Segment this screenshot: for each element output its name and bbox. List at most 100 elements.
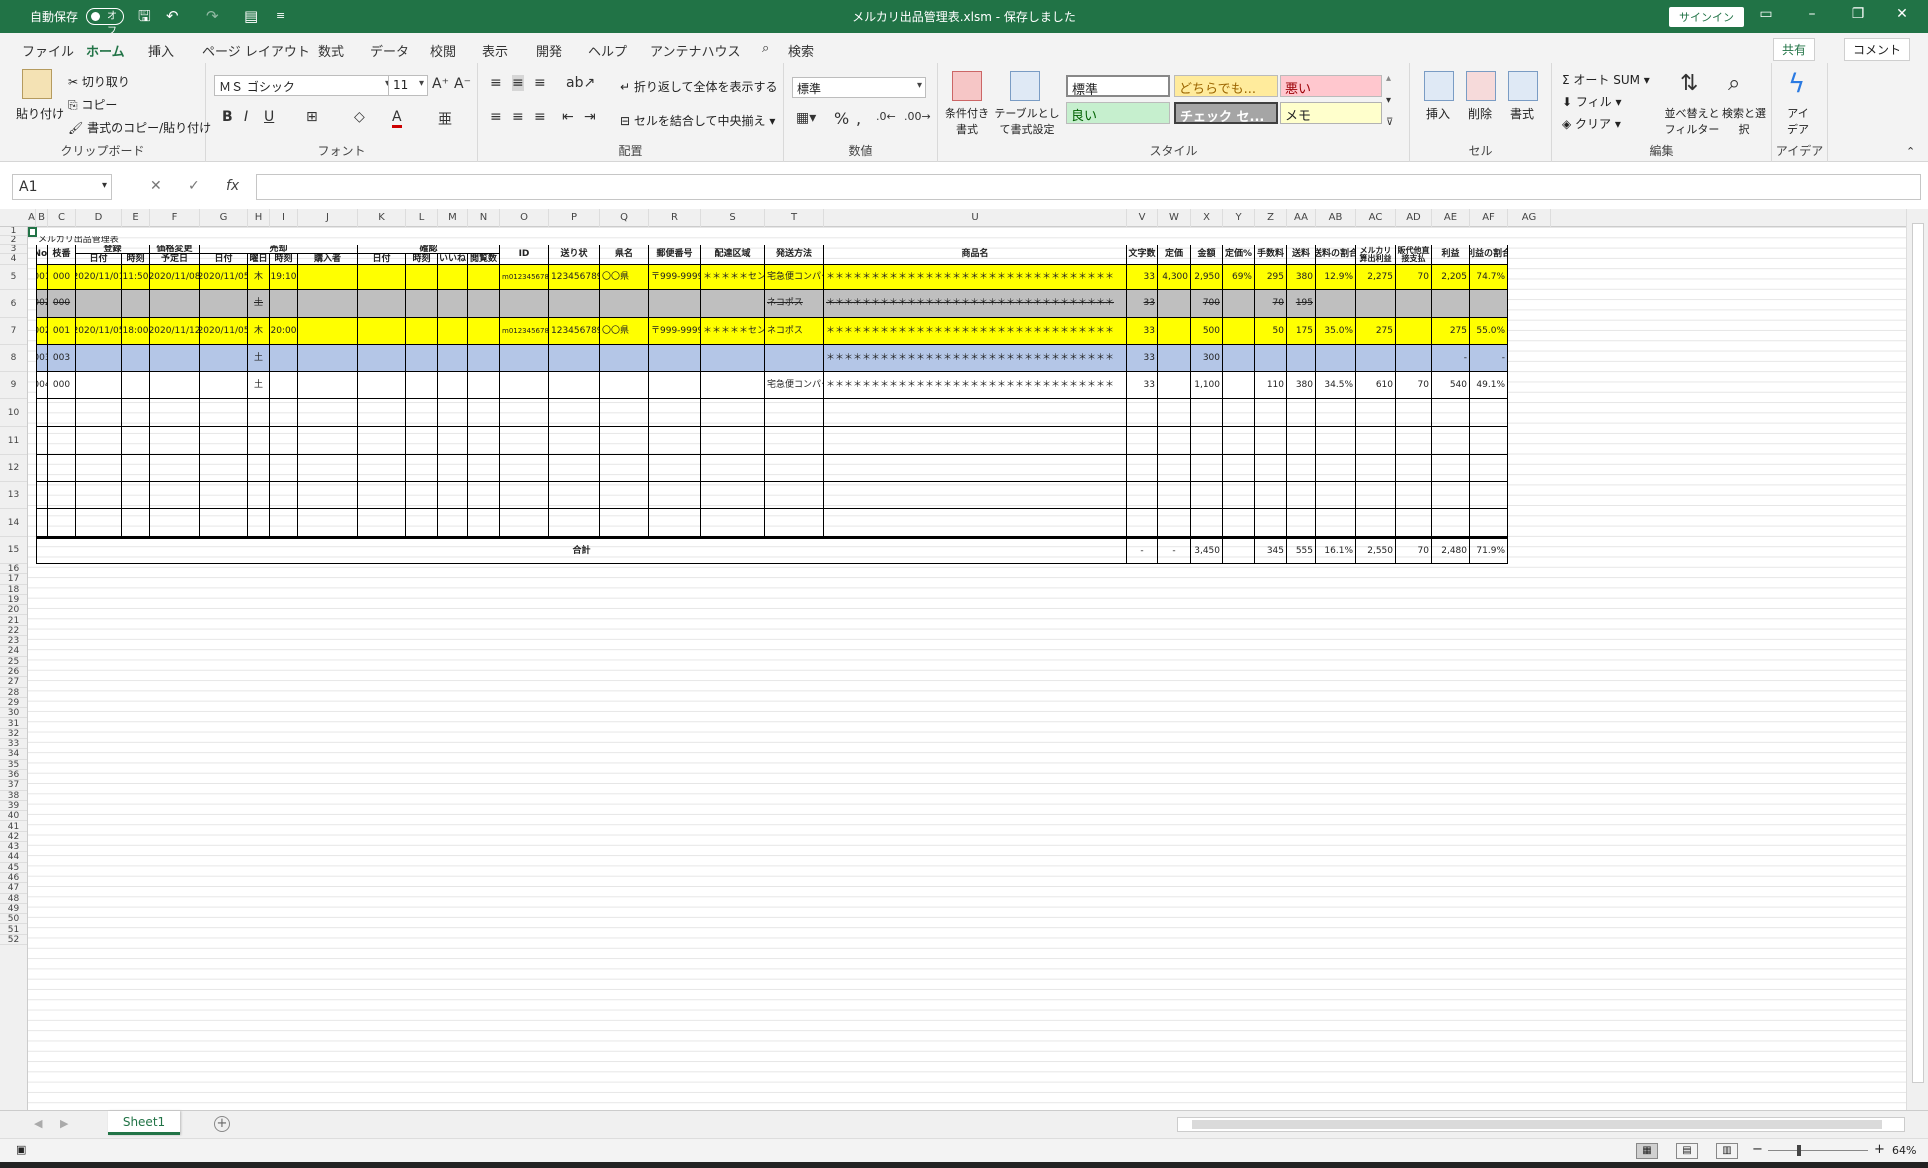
- empty-cell[interactable]: [1356, 455, 1396, 482]
- empty-cell[interactable]: [1316, 399, 1356, 427]
- autosum-button[interactable]: Σ オート SUM ▾: [1562, 71, 1650, 88]
- header-tracking[interactable]: 送り状: [549, 245, 600, 265]
- empty-cell[interactable]: [1356, 482, 1396, 509]
- cell-branch[interactable]: 001: [48, 318, 76, 345]
- empty-cell[interactable]: [76, 482, 122, 509]
- cell-shipping[interactable]: [1287, 345, 1316, 372]
- empty-cell[interactable]: [600, 399, 649, 427]
- minimize-icon[interactable]: –: [1798, 6, 1826, 22]
- increase-decimal-icon[interactable]: .0←: [876, 110, 896, 123]
- empty-cell[interactable]: [1470, 482, 1508, 509]
- cell-id[interactable]: [500, 290, 549, 318]
- header-sold-date[interactable]: 日付: [200, 254, 248, 265]
- empty-cell[interactable]: [248, 509, 270, 537]
- row-header-6[interactable]: 6: [0, 290, 27, 318]
- empty-cell[interactable]: [438, 399, 468, 427]
- cell-chars[interactable]: 33: [1127, 318, 1158, 345]
- row-header-49[interactable]: 49: [0, 904, 27, 915]
- row-header-18[interactable]: 18: [0, 585, 27, 595]
- cell-id[interactable]: [500, 345, 549, 372]
- empty-cell[interactable]: [824, 482, 1127, 509]
- vertical-scroll-thumb[interactable]: [1912, 223, 1924, 1083]
- cell-planned[interactable]: 2020/11/08: [150, 265, 200, 290]
- cell-pref[interactable]: 〇〇県: [600, 265, 649, 290]
- cell-center[interactable]: [701, 345, 765, 372]
- phonetic-icon[interactable]: 亜: [438, 109, 452, 129]
- empty-cell[interactable]: [36, 455, 48, 482]
- header-pct[interactable]: 定価%: [1223, 245, 1255, 265]
- empty-cell[interactable]: [1316, 482, 1356, 509]
- cell-product[interactable]: ＊＊＊＊＊＊＊＊＊＊＊＊＊＊＊＊＊＊＊＊＊＊＊＊＊＊＊＊＊＊＊＊: [824, 290, 1127, 318]
- cell-center[interactable]: [701, 290, 765, 318]
- column-header-N[interactable]: N: [468, 209, 500, 227]
- cell-mercari-profit[interactable]: [1356, 345, 1396, 372]
- cell-mercari-profit[interactable]: [1356, 290, 1396, 318]
- row-header-28[interactable]: 28: [0, 688, 27, 698]
- row-header-24[interactable]: 24: [0, 646, 27, 657]
- sheet-title[interactable]: メルカリ出品管理表: [36, 236, 248, 245]
- cell-profit-ratio[interactable]: -: [1470, 345, 1508, 372]
- insert-cells-button[interactable]: 挿入: [1426, 105, 1450, 122]
- cell-sold-time[interactable]: 19:10: [270, 265, 298, 290]
- cell-sold-date[interactable]: [200, 345, 248, 372]
- cell-ship-ratio[interactable]: [1316, 290, 1356, 318]
- cell-no[interactable]: 003: [36, 345, 48, 372]
- empty-cell[interactable]: [298, 482, 358, 509]
- tab-review[interactable]: 校閲: [430, 41, 456, 60]
- cell-profit-ratio[interactable]: 55.0%: [1470, 318, 1508, 345]
- column-header-F[interactable]: F: [150, 209, 200, 227]
- sort-filter-button[interactable]: 並べ替えとフィルター: [1662, 105, 1722, 137]
- insert-cells-icon[interactable]: [1424, 71, 1454, 101]
- align-left-icon[interactable]: ≡: [490, 109, 502, 125]
- empty-cell[interactable]: [150, 482, 200, 509]
- cell-mercari-profit[interactable]: 2,275: [1356, 265, 1396, 290]
- cell-branch[interactable]: 000: [48, 265, 76, 290]
- zoom-slider[interactable]: [1768, 1150, 1868, 1151]
- empty-cell[interactable]: [701, 427, 765, 455]
- delete-cells-button[interactable]: 削除: [1468, 105, 1492, 122]
- shrink-font-icon[interactable]: A⁻: [454, 76, 471, 92]
- format-cells-button[interactable]: 書式: [1510, 105, 1534, 122]
- empty-cell[interactable]: [1255, 509, 1287, 537]
- total-profit[interactable]: 2,480: [1432, 537, 1470, 564]
- empty-cell[interactable]: [549, 482, 600, 509]
- empty-cell[interactable]: [824, 509, 1127, 537]
- empty-cell[interactable]: [1356, 427, 1396, 455]
- header-group-price-change[interactable]: 価格変更: [150, 245, 200, 254]
- borders-icon[interactable]: ⊞: [306, 109, 318, 125]
- cell-date[interactable]: 2020/11/01: [76, 265, 122, 290]
- tab-view[interactable]: 表示: [482, 41, 508, 60]
- align-middle-icon[interactable]: ≡: [512, 75, 524, 91]
- cell-tracking[interactable]: [549, 345, 600, 372]
- row-header-7[interactable]: 7: [0, 318, 27, 345]
- empty-cell[interactable]: [549, 427, 600, 455]
- header-sold-time[interactable]: 時刻: [270, 254, 298, 265]
- empty-cell[interactable]: [1255, 455, 1287, 482]
- empty-cell[interactable]: [358, 427, 406, 455]
- zoom-in-icon[interactable]: +: [1874, 1142, 1885, 1157]
- style-more-icon[interactable]: ⊽: [1386, 117, 1393, 128]
- empty-cell[interactable]: [1287, 427, 1316, 455]
- header-ship-ratio[interactable]: 送料の割合: [1316, 245, 1356, 265]
- italic-icon[interactable]: I: [244, 109, 248, 125]
- empty-cell[interactable]: [701, 482, 765, 509]
- row-header-1[interactable]: 1: [0, 227, 27, 236]
- percent-style-icon[interactable]: %: [834, 109, 849, 128]
- empty-cell[interactable]: [1396, 427, 1432, 455]
- empty-cell[interactable]: [48, 427, 76, 455]
- cell-likes[interactable]: [438, 372, 468, 399]
- header-method[interactable]: 発送方法: [765, 245, 824, 265]
- cell-c-date[interactable]: [358, 345, 406, 372]
- total-profit-ratio[interactable]: 71.9%: [1470, 537, 1508, 564]
- cell-pct[interactable]: [1223, 372, 1255, 399]
- cell-amount[interactable]: 500: [1191, 318, 1223, 345]
- empty-cell[interactable]: [1255, 399, 1287, 427]
- enter-icon[interactable]: ✓: [188, 178, 200, 194]
- cell-tracking[interactable]: 123456789012: [549, 318, 600, 345]
- empty-cell[interactable]: [76, 427, 122, 455]
- align-top-icon[interactable]: ≡: [490, 75, 502, 91]
- empty-cell[interactable]: [1255, 427, 1287, 455]
- column-header-AE[interactable]: AE: [1432, 209, 1470, 227]
- cell-ship-ratio[interactable]: 34.5%: [1316, 372, 1356, 399]
- cell-time[interactable]: 18:00: [122, 318, 150, 345]
